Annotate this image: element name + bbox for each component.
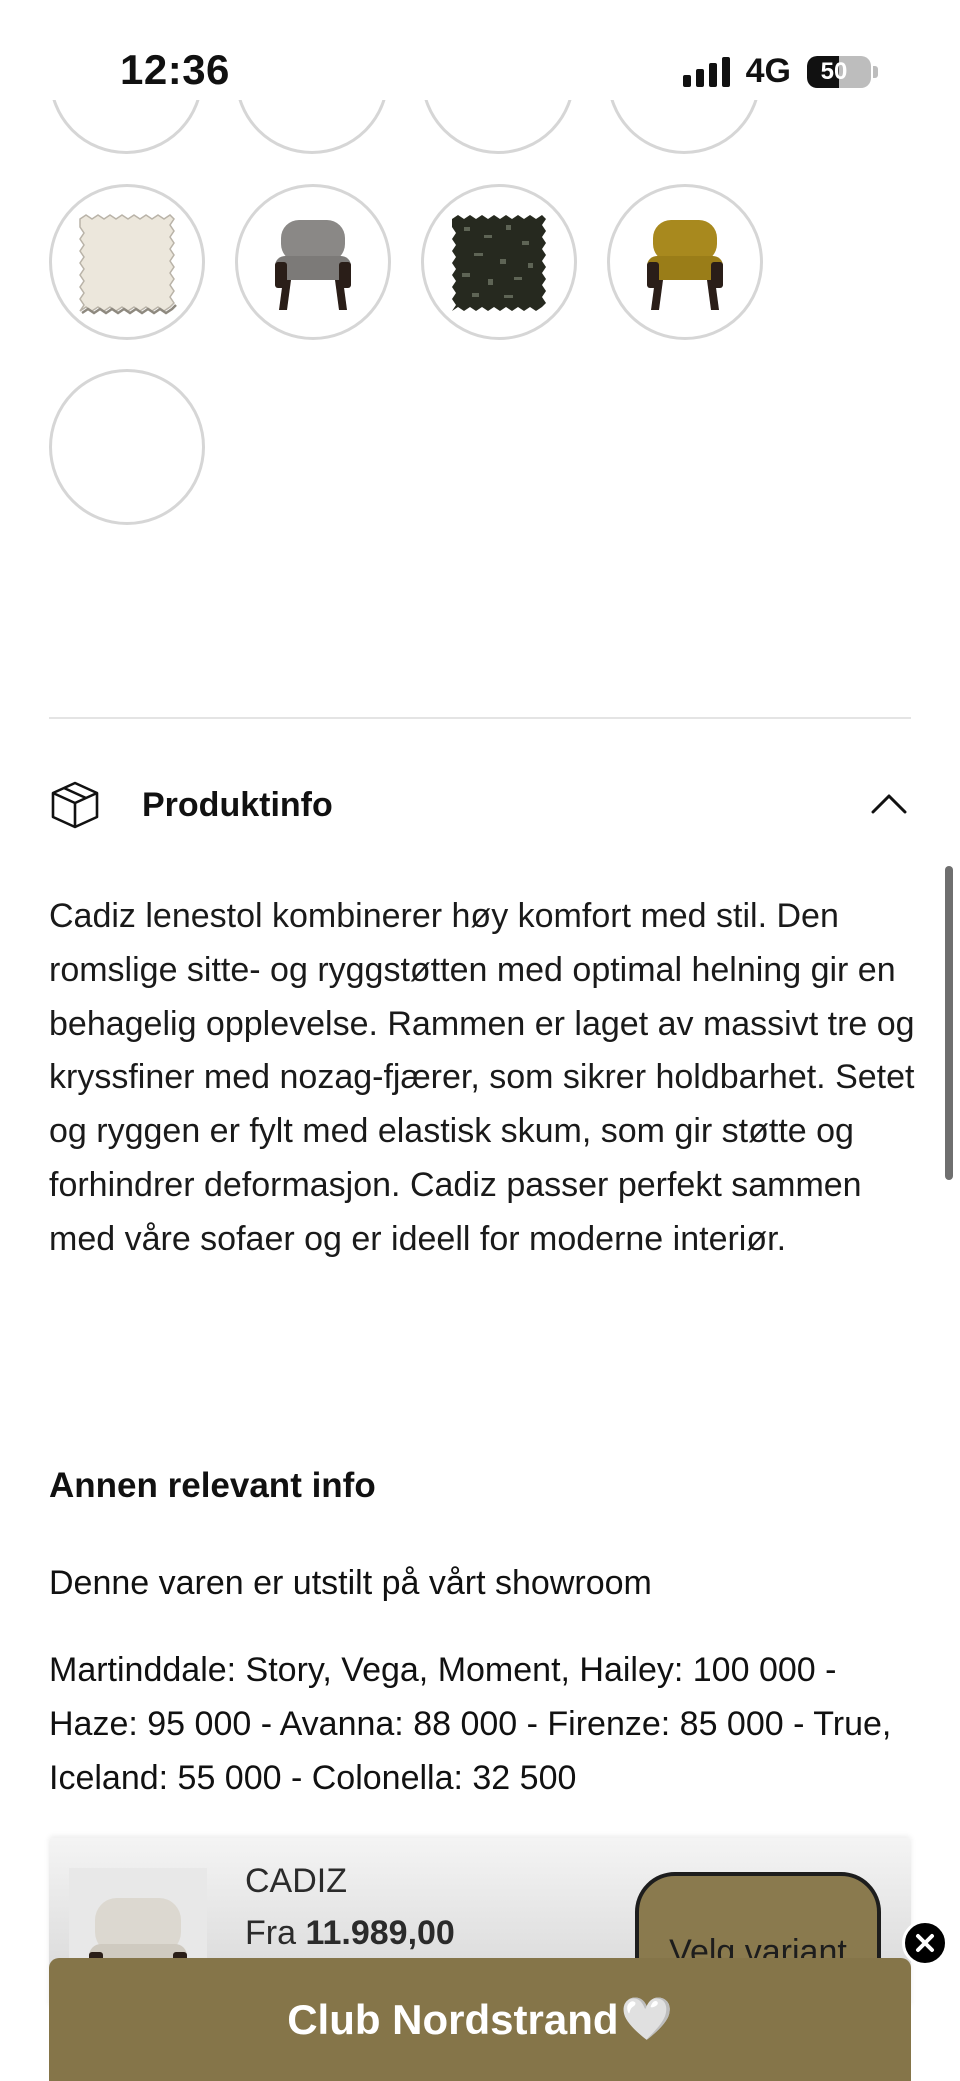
product-name: CADIZ (245, 1862, 347, 1900)
fabric-swatch-icon (79, 214, 177, 315)
swatch-partial[interactable] (235, 100, 389, 154)
status-indicators: 4G 50 (682, 52, 878, 91)
scrollbar[interactable] (945, 866, 953, 1180)
chair-icon (275, 220, 351, 310)
close-icon (916, 1934, 934, 1952)
product-price: 11.989,00 (305, 1914, 455, 1952)
produktinfo-accordion-header[interactable]: Produktinfo (49, 776, 911, 834)
swatch-partial[interactable] (607, 100, 761, 154)
battery-tip (873, 65, 878, 78)
chair-icon (647, 220, 723, 310)
other-info-heading: Annen relevant info (49, 1466, 376, 1505)
status-time: 12:36 (120, 46, 230, 93)
grey-chair-variant[interactable] (235, 184, 391, 340)
divider (49, 717, 911, 719)
network-label: 4G (745, 52, 791, 90)
prices-text: Martinddale: Story, Vega, Moment, Hailey… (49, 1651, 892, 1797)
signal-icon (682, 56, 730, 87)
product-description: Cadiz lenestol kombinerer høy komfort me… (49, 897, 915, 1258)
showroom-text: Denne varen er utstilt på vårt showroom (49, 1564, 652, 1602)
product-price-line: Fra 11.989,00 (245, 1914, 455, 1953)
box-icon (51, 781, 99, 829)
empty-swatch[interactable] (49, 369, 205, 525)
heart-icon: 🤍 (620, 1995, 673, 2042)
battery-icon: 50 (807, 55, 871, 88)
battery-percent: 50 (820, 57, 848, 85)
produktinfo-title: Produktinfo (142, 785, 333, 824)
chevron-up-icon[interactable] (867, 782, 911, 826)
swatch-partial[interactable] (49, 100, 203, 154)
club-banner-label: Club Nordstrand (287, 1995, 619, 2043)
price-prefix: Fra (245, 1914, 296, 1952)
close-banner-button[interactable] (902, 1920, 948, 1966)
cream-fabric-swatch[interactable] (49, 184, 205, 340)
club-nordstrand-banner[interactable]: Club Nordstrand 🤍 (49, 1958, 911, 2081)
fabric-swatch-icon (452, 215, 546, 311)
mustard-chair-variant[interactable] (607, 184, 763, 340)
partial-swatch-row (0, 100, 960, 160)
dark-fabric-swatch[interactable] (421, 184, 577, 340)
swatch-partial[interactable] (421, 100, 575, 154)
